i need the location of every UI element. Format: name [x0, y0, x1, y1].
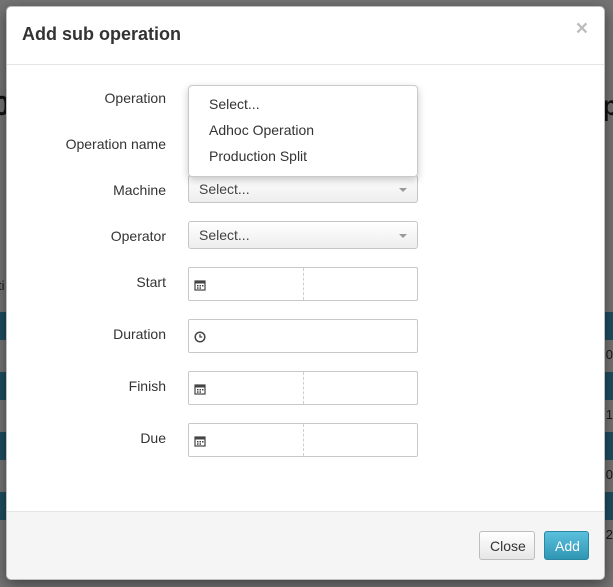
machine-select[interactable]: Select...	[188, 175, 418, 203]
modal-title: Add sub operation	[22, 24, 181, 44]
dropdown-option[interactable]: Select...	[189, 92, 417, 118]
start-label: Start	[136, 274, 166, 290]
due-label: Due	[140, 430, 166, 446]
modal-header: Add sub operation ×	[7, 7, 604, 65]
operation-name-label: Operation name	[65, 136, 166, 152]
machine-select-value: Select...	[199, 181, 250, 197]
date-time-divider	[303, 424, 304, 456]
date-time-divider	[303, 268, 304, 300]
duration-label: Duration	[113, 326, 166, 342]
operator-select-value: Select...	[199, 227, 250, 243]
add-button[interactable]: Add	[544, 531, 589, 560]
close-icon[interactable]: ×	[576, 18, 588, 39]
operation-dropdown[interactable]: Select... Adhoc Operation Production Spl…	[188, 85, 418, 177]
clock-icon[interactable]	[194, 330, 206, 343]
dropdown-option[interactable]: Production Split	[189, 144, 417, 170]
chevron-down-icon	[399, 188, 407, 192]
finish-label: Finish	[128, 378, 166, 394]
operation-label: Operation	[104, 90, 166, 106]
modal-footer: Close Add	[7, 511, 604, 579]
operator-select[interactable]: Select...	[188, 221, 418, 249]
machine-label: Machine	[113, 182, 166, 198]
start-datetime-field[interactable]	[188, 267, 418, 301]
close-button[interactable]: Close	[479, 531, 535, 560]
chevron-down-icon	[399, 234, 407, 238]
add-sub-operation-modal: Add sub operation × Operation Operation …	[6, 6, 605, 580]
finish-datetime-field[interactable]	[188, 371, 418, 405]
date-time-divider	[303, 372, 304, 404]
calendar-icon[interactable]	[194, 382, 206, 395]
duration-field[interactable]	[188, 319, 418, 353]
operator-label: Operator	[110, 228, 166, 244]
calendar-icon[interactable]	[194, 434, 206, 447]
modal-body: Operation Operation name Machine Select.…	[7, 65, 604, 512]
due-datetime-field[interactable]	[188, 423, 418, 457]
dropdown-option[interactable]: Adhoc Operation	[189, 118, 417, 144]
calendar-icon[interactable]	[194, 278, 206, 291]
